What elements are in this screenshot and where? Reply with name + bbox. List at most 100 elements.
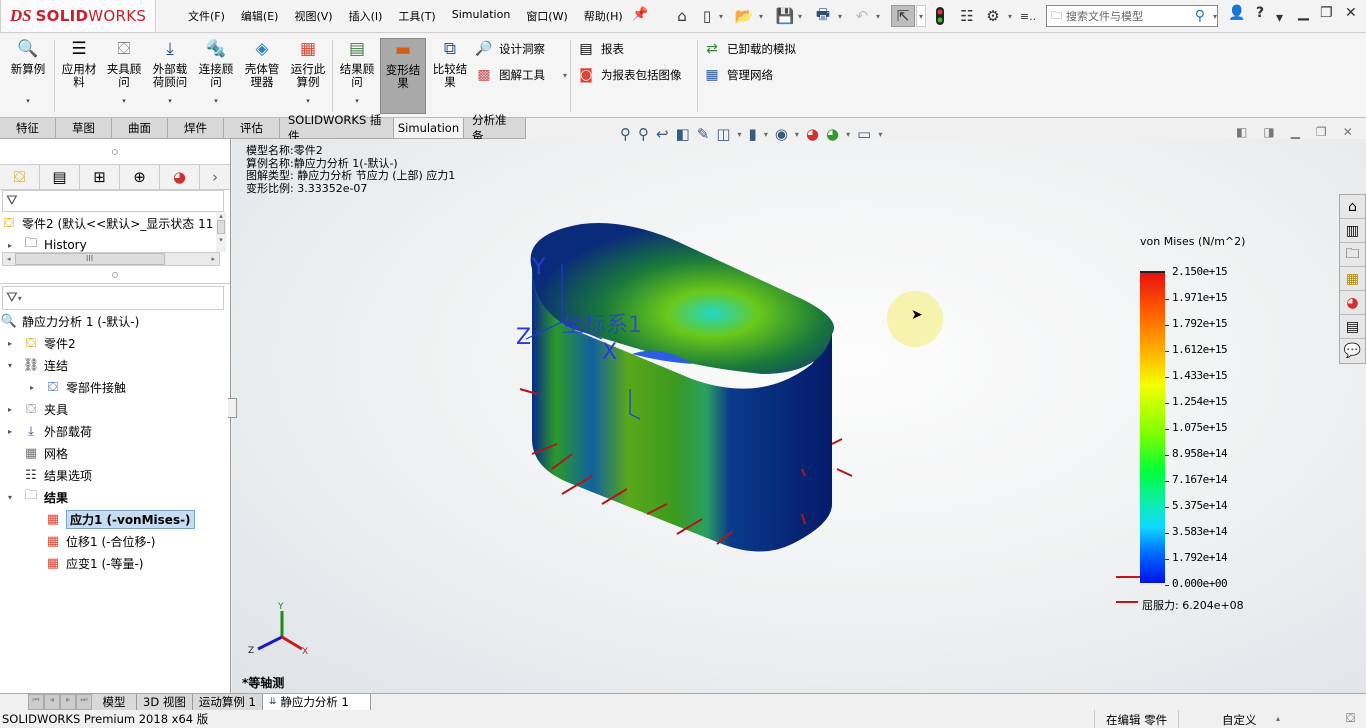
tree-item-part[interactable]: ▸ ⛋ 零件2 — [0, 332, 230, 354]
deformed-result-button[interactable]: ▬ 变形结果 — [380, 38, 426, 114]
tree-item-connections[interactable]: ▾ ⛓ 连结 — [0, 354, 230, 376]
hide-show-items-icon[interactable]: ◉ — [775, 125, 788, 143]
menu-window[interactable]: 窗口(W) — [518, 8, 575, 24]
chevron-down-icon[interactable]: ▾ — [355, 95, 359, 108]
tree-item-results[interactable]: ▾ 🗀 结果 — [0, 486, 230, 508]
chevron-down-icon[interactable]: ▾ — [214, 95, 218, 108]
dynamic-annotation-icon[interactable]: ✎ — [697, 125, 710, 143]
chevron-down-icon[interactable]: ▾ — [306, 95, 310, 108]
restore-icon[interactable]: ❐ — [1316, 125, 1327, 139]
chevron-down-icon[interactable]: ▾ — [717, 5, 725, 27]
close-icon[interactable]: ✕ — [1345, 5, 1357, 21]
stress-plot-model[interactable]: Y Z X 坐标系1 — [502, 214, 902, 584]
view-settings-icon[interactable]: ▭ — [857, 125, 871, 143]
chevron-down-icon[interactable]: ▾ — [874, 5, 882, 27]
display-manager-tab-icon[interactable]: ◕ — [160, 165, 200, 189]
view-orientation-icon[interactable]: ◫ — [716, 125, 730, 143]
view-palette-icon[interactable]: ▦ — [1340, 267, 1365, 291]
tree-study-root[interactable]: 🔍 静应力分析 1 (-默认-) — [0, 310, 230, 332]
tab-analysis-preparation[interactable]: 分析准备 — [464, 113, 526, 143]
panel-collapse-handle[interactable] — [228, 398, 237, 418]
compare-results-button[interactable]: ⧉ 比较结果 — [429, 38, 471, 114]
collapse-arrow-icon[interactable]: ▾ — [4, 493, 16, 502]
study-filter[interactable]: ⛛ ▾ — [2, 286, 224, 310]
chevron-down-icon[interactable]: ▾ — [836, 5, 844, 27]
forum-icon[interactable]: 💬 — [1340, 339, 1365, 363]
expand-arrow-icon[interactable]: ▸ — [26, 383, 38, 392]
design-insight-button[interactable]: 🔎 设计洞察 — [475, 39, 567, 59]
external-loads-advisor-button[interactable]: ⤓ 外部载荷顾问 ▾ — [148, 38, 192, 114]
chevron-down-icon[interactable]: ▾ — [1276, 10, 1283, 26]
expand-arrow-icon[interactable]: ▸ — [4, 427, 16, 436]
home-icon[interactable]: ⌂ — [672, 5, 692, 27]
design-library-icon[interactable]: ▥ — [1340, 219, 1365, 243]
display-style-icon[interactable]: ▮ — [749, 125, 757, 143]
property-manager-tab-icon[interactable]: ▤ — [40, 165, 80, 189]
chevron-down-icon[interactable]: ▾ — [1006, 5, 1014, 27]
search-input[interactable]: 搜索文件与模型 — [1066, 8, 1143, 24]
more-commands-icon[interactable]: ≡.. — [1018, 5, 1038, 27]
edit-appearance-icon[interactable]: ◕ — [806, 125, 819, 143]
tree-item-external-loads[interactable]: ▸ ⤓ 外部载荷 — [0, 420, 230, 442]
custom-properties-icon[interactable]: ▤ — [1340, 315, 1365, 339]
splitter-handle[interactable] — [112, 148, 118, 155]
next-tab-icon[interactable]: ▸ — [60, 694, 76, 710]
help-icon[interactable]: ? — [1256, 5, 1264, 21]
vertical-scrollbar[interactable]: ▴ ▾ — [216, 212, 226, 252]
tab-weldments[interactable]: 焊件 — [168, 118, 224, 138]
tab-static-study[interactable]: ⇊ 静应力分析 1 — [262, 694, 371, 710]
tab-evaluate[interactable]: 评估 — [224, 118, 280, 138]
quick-tips-icon[interactable]: ⛋ — [1346, 711, 1355, 726]
tree-item-strain1[interactable]: ▦ 应变1 (-等量-) — [0, 552, 230, 574]
apply-material-button[interactable]: ☰ 应用材料 — [58, 38, 100, 114]
search-box[interactable]: 🗀 搜索文件与模型 ⚲ ▾ — [1046, 5, 1218, 27]
splitter-handle[interactable] — [112, 271, 118, 278]
run-study-button[interactable]: ▦ 运行此算例 ▾ — [287, 38, 329, 114]
menu-tools[interactable]: 工具(T) — [390, 8, 443, 24]
tree-root-part[interactable]: ⛋ 零件2 (默认<<默认>_显示状态 11 — [0, 212, 230, 234]
feature-filter[interactable]: ⛛ — [2, 190, 224, 212]
save-icon[interactable]: 💾 — [775, 5, 795, 27]
tab-features[interactable]: 特征 — [0, 118, 56, 138]
tab-model[interactable]: 模型 — [92, 694, 137, 710]
zoom-to-fit-icon[interactable]: ⚲ — [620, 125, 631, 143]
chevron-down-icon[interactable]: ▾ — [796, 5, 804, 27]
report-button[interactable]: ▤ 报表 — [577, 39, 682, 59]
include-image-in-report-button[interactable]: ◙ 为报表包括图像 — [577, 65, 681, 85]
new-study-button[interactable]: 🔍 新算例 ▾ — [6, 38, 50, 114]
manage-network-button[interactable]: ▦ 管理网络 — [703, 65, 796, 85]
chevron-down-icon[interactable]: ▾ — [122, 95, 126, 108]
tree-item-result-options[interactable]: ☷ 结果选项 — [0, 464, 230, 486]
tree-item-stress1[interactable]: ▦ 应力1 (-vonMises-) — [0, 508, 230, 530]
close-icon[interactable]: ✕ — [1343, 125, 1353, 139]
chevron-down-icon[interactable]: ▾ — [26, 95, 30, 108]
expand-arrow-icon[interactable]: ▸ — [4, 405, 16, 414]
next-tab-icon[interactable]: ◨ — [1263, 125, 1274, 139]
solidworks-logo[interactable]: DS SOLIDWORKS — [0, 0, 156, 33]
menu-edit[interactable]: 编辑(E) — [233, 8, 287, 24]
minimize-icon[interactable]: ▁ — [1291, 125, 1300, 139]
configuration-manager-tab-icon[interactable]: ⊞ — [80, 165, 120, 189]
file-explorer-icon[interactable]: 🗀 — [1340, 243, 1365, 267]
print-icon[interactable]: 🖶 — [812, 5, 834, 27]
tree-item-history[interactable]: ▸ 🗀 History — [0, 234, 230, 252]
previous-tab-icon[interactable]: ◧ — [1236, 125, 1247, 139]
dimxpert-tab-icon[interactable]: ⊕ — [120, 165, 160, 189]
rebuild-traffic-light-icon[interactable] — [932, 5, 948, 27]
tab-solidworks-addins[interactable]: SOLIDWORKS 插件 — [280, 113, 394, 143]
chevron-down-icon[interactable]: ▾ — [916, 5, 926, 27]
previous-tab-icon[interactable]: ◂ — [44, 694, 60, 710]
chevron-down-icon[interactable]: ▾ — [563, 71, 567, 80]
menu-view[interactable]: 视图(V) — [286, 8, 340, 24]
tab-motion-study[interactable]: 运动算例 1 — [192, 694, 263, 710]
chevron-down-icon[interactable]: ▾ — [168, 95, 172, 108]
expand-arrow-icon[interactable]: ▸ — [4, 241, 16, 250]
tab-3d-view[interactable]: 3D 视图 — [137, 694, 193, 710]
user-icon[interactable]: 👤 — [1228, 5, 1245, 21]
options-gear-icon[interactable]: ⚙ — [983, 5, 1003, 27]
connections-advisor-button[interactable]: 🔩 连接顾问 ▾ — [195, 38, 237, 114]
graphics-viewport[interactable]: 模型名称:零件2 算例名称:静应力分析 1(-默认-) 图解类型: 静应力分析 … — [232, 125, 1366, 693]
first-tab-icon[interactable]: ⏮ — [28, 694, 44, 710]
minimize-icon[interactable]: ▁ — [1298, 5, 1309, 21]
restore-icon[interactable]: ❐ — [1320, 5, 1333, 21]
